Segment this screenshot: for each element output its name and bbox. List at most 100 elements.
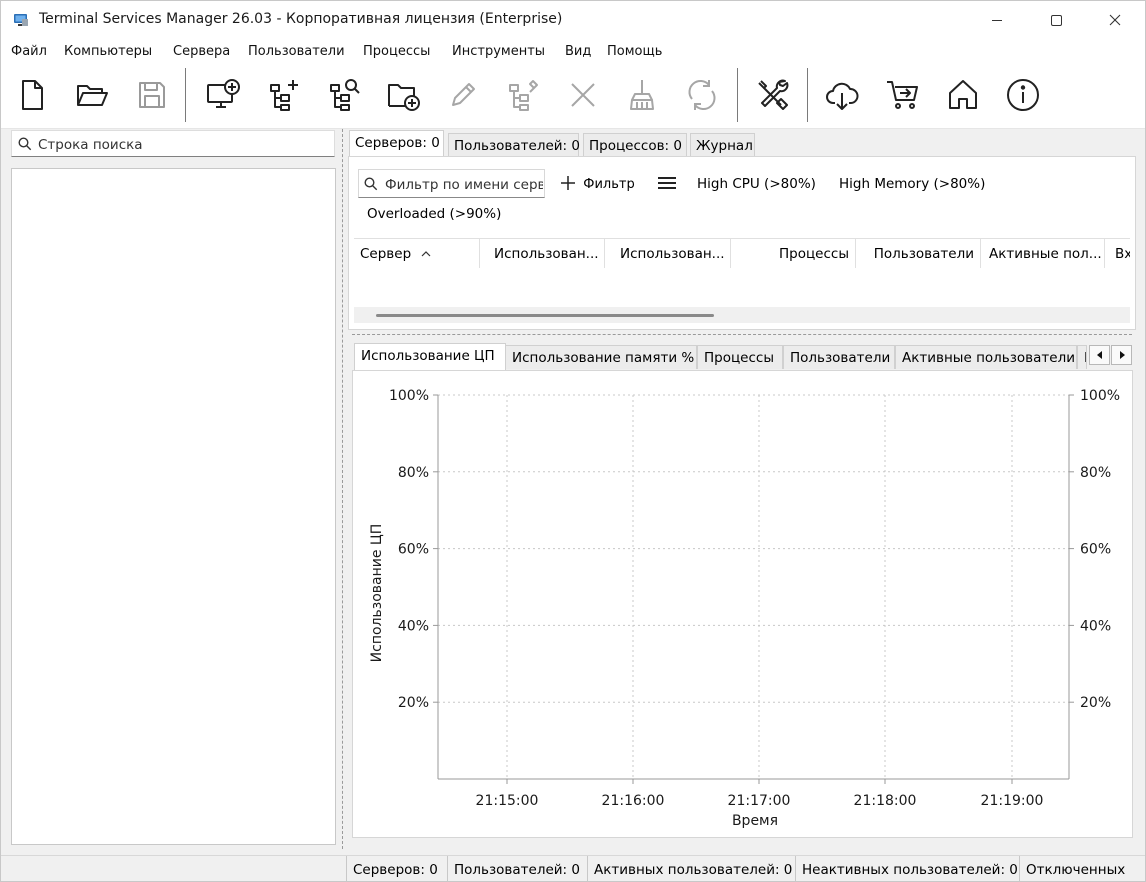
add-folder-icon bbox=[388, 84, 420, 111]
arrow-right-icon bbox=[1119, 351, 1125, 359]
menu-computers[interactable]: Компьютеры bbox=[64, 44, 152, 59]
tabs-scroll-right-button[interactable] bbox=[1111, 345, 1132, 365]
filter-box[interactable] bbox=[358, 169, 545, 198]
x-tick-label: 21:18:00 bbox=[854, 793, 917, 809]
add-computer-icon bbox=[207, 79, 240, 108]
chip-high-cpu[interactable]: High CPU (>80%) bbox=[697, 176, 816, 192]
y2-tick-label: 80% bbox=[1080, 465, 1111, 481]
title-bar[interactable]: Terminal Services Manager 26.03 - Корпор… bbox=[1, 1, 1145, 40]
add-filter-label: Фильтр bbox=[583, 177, 635, 192]
home-button[interactable] bbox=[941, 72, 985, 118]
search-icon bbox=[364, 177, 378, 191]
tab-chart-more[interactable]: Н bbox=[1077, 345, 1087, 369]
add-computer-button[interactable] bbox=[201, 72, 245, 118]
tab-memory-usage[interactable]: Использование памяти % bbox=[505, 345, 697, 369]
column-users[interactable]: Пользователи bbox=[856, 239, 981, 269]
toolbar bbox=[1, 64, 1145, 129]
x-tick-label: 21:19:00 bbox=[981, 793, 1044, 809]
chip-overloaded[interactable]: Overloaded (>90%) bbox=[367, 206, 501, 222]
delete-button[interactable] bbox=[561, 72, 605, 118]
servers-grid[interactable] bbox=[354, 268, 1130, 308]
tab-processes[interactable]: Процессов: 0 bbox=[583, 133, 687, 157]
tabs-scroll-left-button[interactable] bbox=[1089, 345, 1110, 365]
vertical-splitter[interactable] bbox=[342, 129, 343, 849]
column-server-label: Сервер bbox=[360, 246, 412, 262]
y-tick-label: 80% bbox=[398, 465, 429, 481]
search-icon bbox=[18, 137, 32, 151]
app-window: Terminal Services Manager 26.03 - Корпор… bbox=[0, 0, 1146, 882]
menu-processes[interactable]: Процессы bbox=[363, 44, 430, 59]
broom-icon bbox=[630, 80, 654, 110]
download-button[interactable] bbox=[820, 72, 864, 118]
tree-tools-icon bbox=[509, 80, 538, 111]
add-filter-button[interactable]: Фильтр bbox=[561, 176, 635, 192]
tab-log[interactable]: Журнал bbox=[690, 133, 755, 157]
x-tick-label: 21:16:00 bbox=[602, 793, 665, 809]
column-processes[interactable]: Процессы bbox=[731, 239, 856, 269]
menu-tools[interactable]: Инструменты bbox=[452, 44, 545, 59]
tools-button[interactable] bbox=[751, 72, 795, 118]
new-file-icon bbox=[22, 80, 43, 110]
open-folder-icon bbox=[77, 85, 108, 106]
status-disconnected-users: Отключенных bbox=[1019, 856, 1145, 881]
refresh-button[interactable] bbox=[680, 72, 724, 118]
chip-high-memory[interactable]: High Memory (>80%) bbox=[839, 176, 985, 192]
horizontal-scrollbar[interactable] bbox=[354, 307, 1130, 323]
tab-servers[interactable]: Серверов: 0 bbox=[349, 130, 444, 157]
status-bar: Серверов: 0 Пользователей: 0 Активных по… bbox=[1, 855, 1145, 881]
new-button[interactable] bbox=[10, 72, 54, 118]
server-filter-input[interactable] bbox=[383, 174, 545, 196]
scrollbar-thumb[interactable] bbox=[376, 314, 714, 317]
grid-header: Сервер Использован... Использован... Про… bbox=[354, 238, 1130, 269]
y-tick-label: 60% bbox=[398, 542, 429, 558]
minimize-icon bbox=[992, 20, 1002, 21]
status-active-users: Активных пользователей: 0 bbox=[587, 856, 795, 881]
info-icon bbox=[1007, 79, 1039, 111]
app-logo-icon bbox=[14, 14, 28, 26]
close-button[interactable] bbox=[1083, 1, 1145, 40]
status-inactive-users: Неактивных пользователей: 0 bbox=[795, 856, 1019, 881]
y-axis-label: Использование ЦП bbox=[369, 524, 385, 663]
edit-button[interactable] bbox=[441, 72, 485, 118]
x-tick-label: 21:17:00 bbox=[728, 793, 791, 809]
cart-icon bbox=[887, 81, 918, 109]
add-node-button[interactable] bbox=[262, 72, 306, 118]
menu-file[interactable]: Файл bbox=[11, 44, 47, 59]
column-cpu-usage[interactable]: Использован... bbox=[480, 239, 605, 269]
minimize-button[interactable] bbox=[966, 1, 1028, 40]
toolbar-separator bbox=[737, 68, 738, 122]
clear-button[interactable] bbox=[620, 72, 664, 118]
menu-view[interactable]: Вид bbox=[565, 44, 591, 59]
filter-menu-button[interactable] bbox=[658, 176, 676, 194]
status-servers: Серверов: 0 bbox=[346, 856, 447, 881]
tab-users[interactable]: Пользователей: 0 bbox=[448, 133, 580, 157]
tab-cpu-usage[interactable]: Использование ЦП bbox=[354, 343, 506, 370]
find-node-button[interactable] bbox=[322, 72, 366, 118]
column-memory-usage[interactable]: Использован... bbox=[605, 239, 731, 269]
add-folder-button[interactable] bbox=[381, 72, 425, 118]
computer-tree[interactable] bbox=[11, 168, 336, 845]
menu-users[interactable]: Пользователи bbox=[248, 44, 345, 59]
tab-chart-users[interactable]: Пользователи bbox=[783, 345, 895, 369]
toolbar-separator bbox=[185, 68, 186, 122]
y2-tick-label: 60% bbox=[1080, 542, 1111, 558]
tab-chart-processes[interactable]: Процессы bbox=[697, 345, 783, 369]
menu-bar: Файл Компьютеры Сервера Пользователи Про… bbox=[1, 40, 1145, 64]
y2-tick-label: 40% bbox=[1080, 618, 1111, 634]
save-button[interactable] bbox=[130, 72, 174, 118]
tab-chart-active-users[interactable]: Активные пользователи bbox=[895, 345, 1077, 369]
column-server[interactable]: Сервер bbox=[354, 239, 480, 269]
column-logons[interactable]: Вх bbox=[1105, 239, 1130, 269]
horizontal-splitter[interactable] bbox=[352, 334, 1132, 335]
menu-help[interactable]: Помощь bbox=[607, 44, 662, 59]
maximize-button[interactable] bbox=[1025, 1, 1087, 40]
search-input[interactable] bbox=[36, 134, 330, 156]
menu-servers[interactable]: Сервера bbox=[173, 44, 230, 59]
node-tools-button[interactable] bbox=[501, 72, 545, 118]
buy-button[interactable] bbox=[881, 72, 925, 118]
search-box[interactable] bbox=[11, 130, 335, 157]
about-button[interactable] bbox=[1001, 72, 1045, 118]
open-button[interactable] bbox=[70, 72, 114, 118]
x-tick-label: 21:15:00 bbox=[476, 793, 539, 809]
column-active-users[interactable]: Активные пол... bbox=[981, 239, 1105, 269]
